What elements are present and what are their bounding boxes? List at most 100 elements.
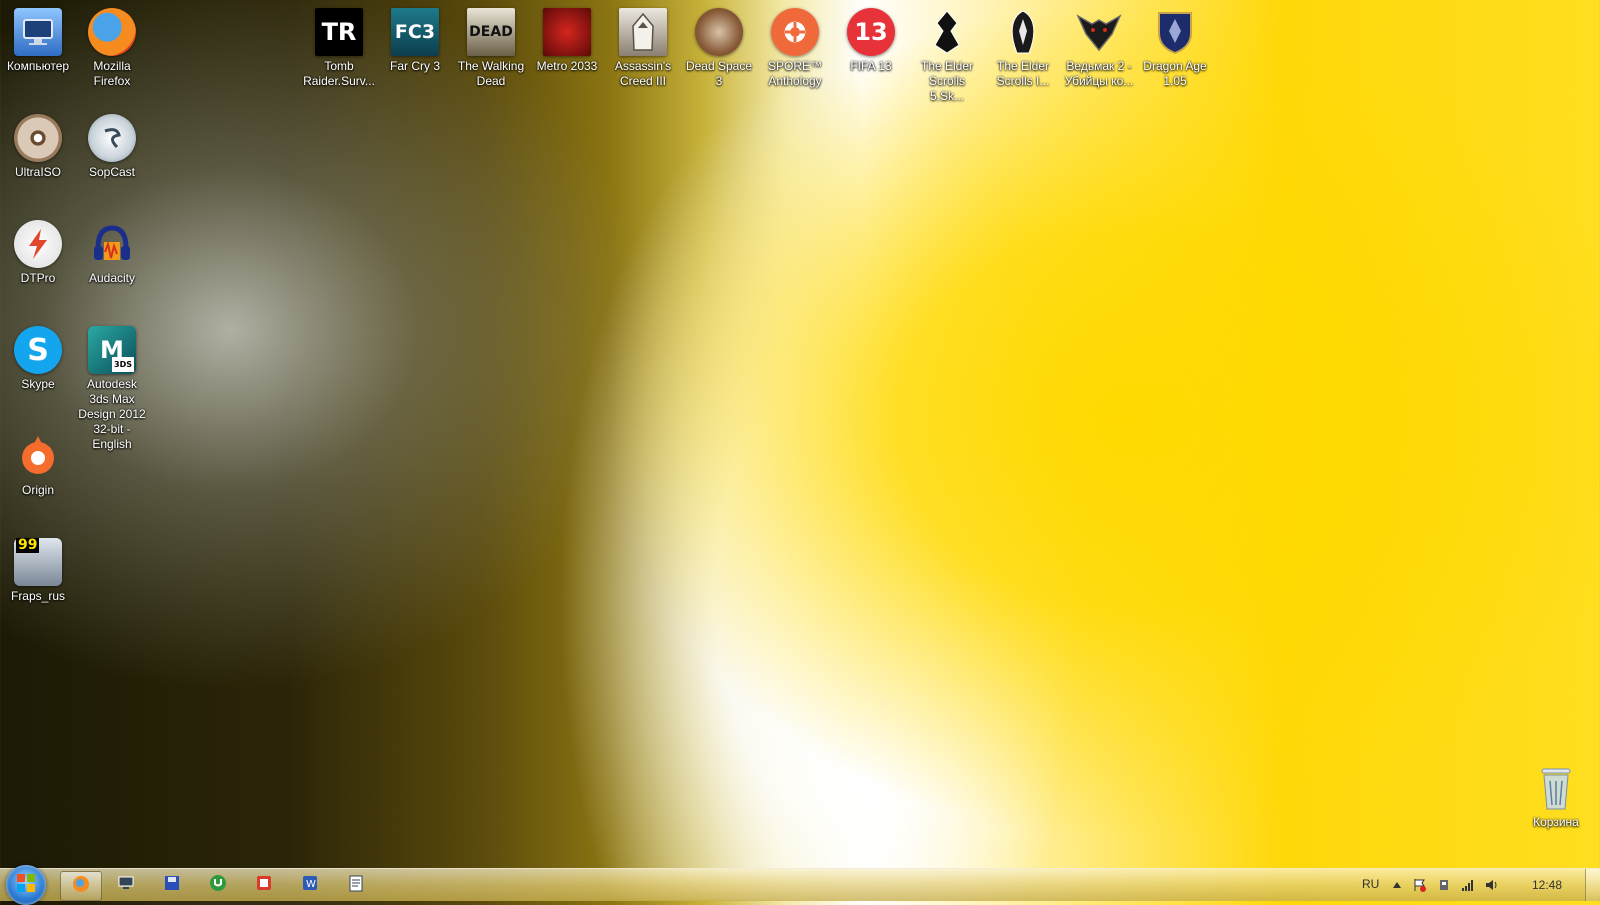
desktop-icon-label: The Elder Scrolls 5.Sk... — [920, 59, 974, 103]
taskbar-pdf[interactable] — [244, 871, 284, 899]
tomb-raider-icon: TR — [315, 8, 363, 56]
desktop-icon-skyrim[interactable]: The Elder Scrolls 5.Sk... — [909, 4, 985, 104]
start-button[interactable] — [6, 865, 46, 905]
desktop: Компьютер UltraISO DTPro S Skype Origin … — [0, 0, 1600, 868]
remote-desktop-icon — [117, 874, 135, 896]
svg-text:W: W — [306, 879, 316, 890]
assassins-creed-icon — [619, 8, 667, 56]
clock[interactable]: 12:48 — [1532, 878, 1562, 892]
desktop-icon-label: Tomb Raider.Surv... — [303, 59, 375, 88]
desktop-icon-ultraiso[interactable]: UltraISO — [0, 110, 76, 180]
show-desktop-button[interactable] — [1585, 869, 1600, 901]
desktop-icon-label: The Walking Dead — [457, 59, 525, 88]
tomb-raider-glyph: TR — [321, 17, 357, 46]
firefox-icon — [88, 8, 136, 56]
desktop-icon-assassins-creed[interactable]: Assassin's Creed III — [605, 4, 681, 89]
desktop-icon-label: Autodesk 3ds Max Design 2012 32-bit - En… — [78, 377, 146, 451]
volume-speaker-icon[interactable] — [1485, 878, 1499, 892]
pdf-icon — [255, 874, 273, 896]
desktop-icon-label: Skype — [21, 377, 55, 391]
desktop-icon-label: Dead Space 3 — [685, 59, 753, 88]
taskbar-word[interactable]: W — [290, 871, 330, 899]
network-signal-icon[interactable] — [1461, 878, 1475, 892]
wolf-medallion-icon — [1075, 8, 1123, 56]
recycle-bin-icon — [1532, 764, 1580, 812]
desktop-icon-spore[interactable]: SPORE™ Anthology — [757, 4, 833, 89]
show-hidden-icons-arrow-icon[interactable] — [1390, 878, 1404, 892]
far-cry-icon: FC3 — [391, 8, 439, 56]
taskbar-notepad[interactable] — [336, 871, 376, 899]
skyrim-dragon-icon — [923, 8, 971, 56]
desktop-icon-fifa[interactable]: 13 FIFA 13 — [833, 4, 909, 74]
desktop-icon-metro[interactable]: Metro 2033 — [529, 4, 605, 74]
desktop-icon-computer[interactable]: Компьютер — [0, 4, 76, 74]
walking-dead-glyph: DEAD — [469, 23, 513, 40]
dead-space-icon — [695, 8, 743, 56]
desktop-icon-tomb-raider[interactable]: TR Tomb Raider.Surv... — [301, 4, 377, 89]
3ds-max-icon: M 3DS — [88, 326, 136, 374]
far-cry-glyph: FC3 — [394, 20, 436, 43]
desktop-icon-sopcast[interactable]: SopCast — [74, 110, 150, 180]
desktop-icon-label: Origin — [21, 483, 54, 497]
dragon-age-shield-icon — [1151, 8, 1199, 56]
desktop-icon-label: SopCast — [88, 165, 136, 179]
desktop-icon-far-cry[interactable]: FC3 Far Cry 3 — [377, 4, 453, 74]
desktop-icon-label: Ведьмак 2 - Убийцы ко... — [1064, 59, 1134, 88]
desktop-icon-label: Dragon Age 1.05 — [1143, 59, 1207, 88]
desktop-icon-label: Mozilla Firefox — [93, 59, 131, 88]
windows-logo-icon — [16, 873, 36, 897]
metro-icon — [543, 8, 591, 56]
desktop-icon-autodesk[interactable]: M 3DS Autodesk 3ds Max Design 2012 32-bi… — [74, 322, 150, 452]
desktop-icon-label: UltraISO — [14, 165, 61, 179]
desktop-icon-oblivion[interactable]: The Elder Scrolls I... — [985, 4, 1061, 89]
desktop-icon-firefox[interactable]: Mozilla Firefox — [74, 4, 150, 89]
desktop-icon-label: FIFA 13 — [850, 59, 892, 73]
desktop-icon-skype[interactable]: S Skype — [0, 322, 76, 392]
desktop-icon-dtpro[interactable]: DTPro — [0, 216, 76, 286]
desktop-icon-label: Assassin's Creed III — [614, 59, 672, 88]
headphones-icon — [88, 220, 136, 268]
word-icon: W — [301, 874, 319, 896]
firefox-icon — [72, 875, 90, 897]
desktop-icon-label: Audacity — [88, 271, 136, 285]
oblivion-icon — [999, 8, 1047, 56]
taskbar-save-disk[interactable] — [152, 871, 192, 899]
origin-icon — [14, 432, 62, 480]
fifa-glyph: 13 — [854, 17, 888, 46]
disc-icon — [14, 114, 62, 162]
taskbar: W RU 12:48 — [0, 865, 1600, 905]
desktop-icon-dead-space[interactable]: Dead Space 3 — [681, 4, 757, 89]
spore-icon — [771, 8, 819, 56]
desktop-icon-recycle-bin[interactable]: Корзина — [1518, 760, 1594, 830]
desktop-icon-label: Fraps_rus — [10, 589, 66, 603]
taskbar-utorrent[interactable] — [198, 871, 238, 899]
sopcast-icon — [88, 114, 136, 162]
desktop-icon-audacity[interactable]: Audacity — [74, 216, 150, 286]
desktop-icon-witcher[interactable]: Ведьмак 2 - Убийцы ко... — [1061, 4, 1137, 89]
language-indicator[interactable]: RU — [1362, 877, 1379, 891]
desktop-icon-label: The Elder Scrolls I... — [996, 59, 1050, 88]
action-center-flag-icon[interactable] — [1413, 878, 1427, 892]
taskbar-firefox[interactable] — [60, 871, 102, 901]
desktop-icon-label: Компьютер — [6, 59, 70, 73]
desktop-icon-label: Metro 2033 — [536, 59, 598, 73]
taskbar-remote-desktop[interactable] — [106, 871, 146, 899]
desktop-icon-origin[interactable]: Origin — [0, 428, 76, 498]
save-disk-icon — [164, 875, 180, 895]
desktop-icon-fraps[interactable]: 99 Fraps_rus — [0, 534, 76, 604]
notepad-icon — [348, 874, 364, 896]
skype-icon: S — [14, 326, 62, 374]
fraps-monitor-icon: 99 — [14, 538, 62, 586]
walking-dead-icon: DEAD — [467, 8, 515, 56]
3ds-glyph: 3DS — [112, 357, 134, 372]
safely-remove-hardware-icon[interactable] — [1437, 878, 1451, 892]
skype-glyph: S — [27, 332, 49, 368]
utorrent-icon — [209, 874, 227, 896]
desktop-icon-dragon-age[interactable]: Dragon Age 1.05 — [1137, 4, 1213, 89]
fraps-glyph: 99 — [16, 537, 40, 553]
desktop-icon-label: SPORE™ Anthology — [767, 59, 822, 88]
desktop-icon-label: DTPro — [20, 271, 56, 285]
desktop-icon-walking-dead[interactable]: DEAD The Walking Dead — [453, 4, 529, 89]
desktop-icon-label: Far Cry 3 — [389, 59, 440, 73]
computer-icon — [14, 8, 62, 56]
